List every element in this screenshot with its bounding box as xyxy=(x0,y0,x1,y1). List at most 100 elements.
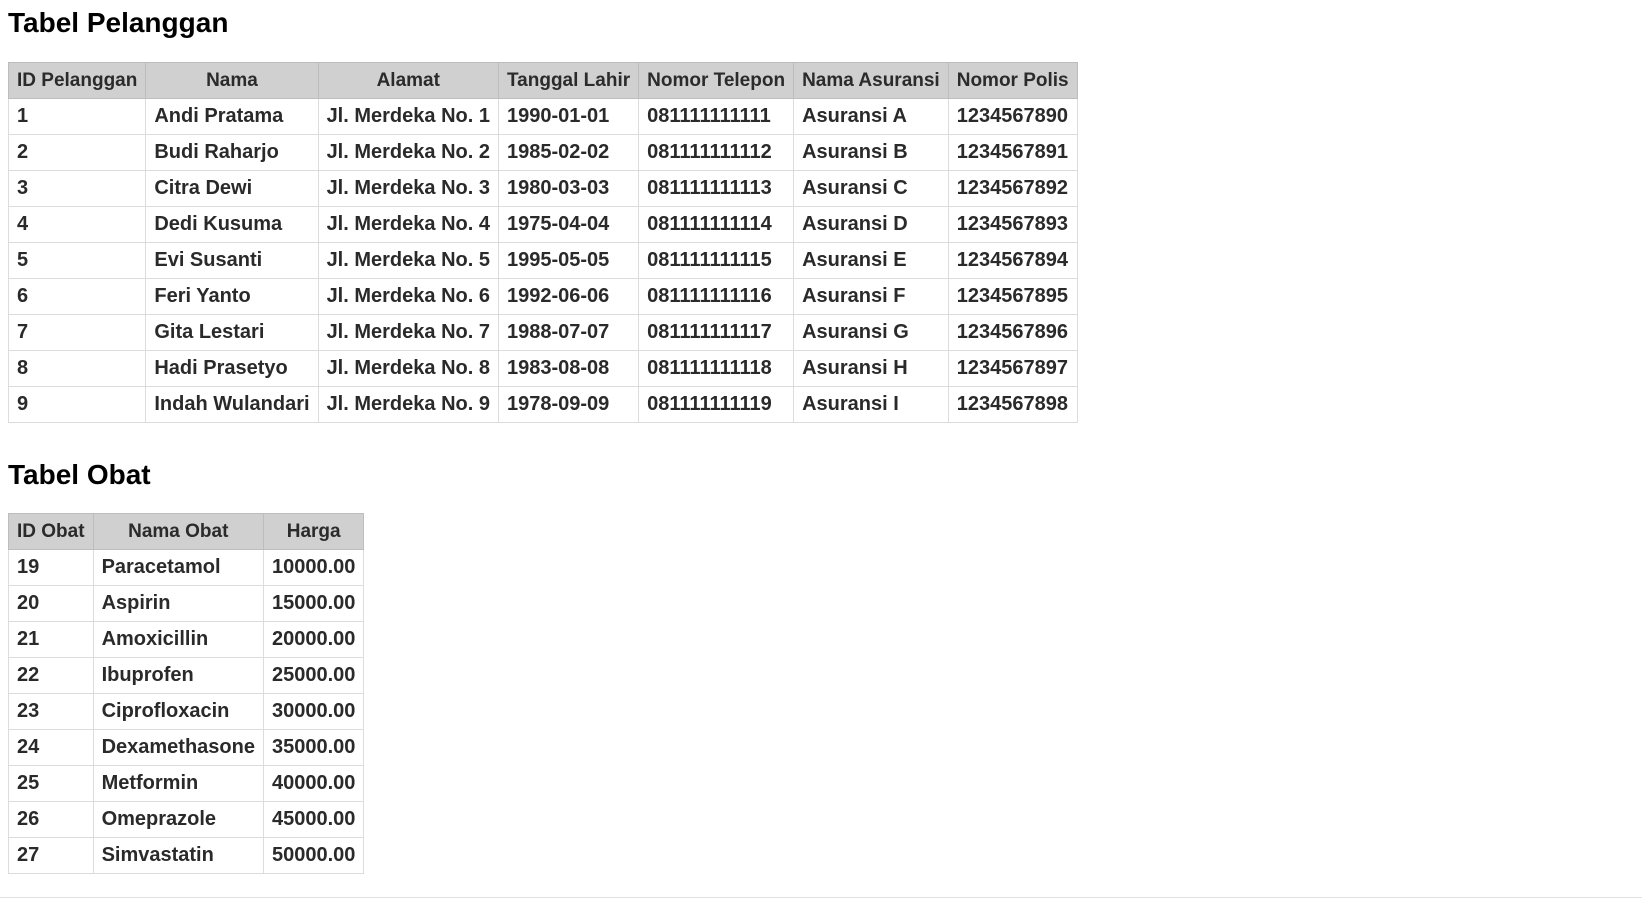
cell-tanggal-lahir: 1992-06-06 xyxy=(497,278,640,315)
pelanggan-table: ID Pelanggan Nama Alamat Tanggal Lahir N… xyxy=(7,62,1078,423)
cell-nama-obat: Simvastatin xyxy=(92,837,264,874)
cell-nama-obat: Paracetamol xyxy=(92,549,264,586)
table-row: 1 Andi Pratama Jl. Merdeka No. 1 1990-01… xyxy=(7,98,1078,135)
table-row: 6 Feri Yanto Jl. Merdeka No. 6 1992-06-0… xyxy=(7,278,1078,315)
cell-id-obat: 21 xyxy=(8,621,94,658)
cell-id: 7 xyxy=(7,314,147,351)
cell-nama-obat: Metformin xyxy=(92,765,264,802)
table-row: 2 Budi Raharjo Jl. Merdeka No. 2 1985-02… xyxy=(7,134,1078,171)
col-tanggal-lahir: Tanggal Lahir xyxy=(497,62,640,99)
pelanggan-header-row: ID Pelanggan Nama Alamat Tanggal Lahir N… xyxy=(7,62,1078,99)
cell-harga: 40000.00 xyxy=(262,765,365,802)
cell-nomor-telepon: 081111111111 xyxy=(638,98,795,135)
cell-id: 3 xyxy=(7,170,147,207)
cell-nama-obat: Omeprazole xyxy=(92,801,264,838)
cell-nama-asuransi: Asuransi A xyxy=(793,98,949,135)
cell-harga: 35000.00 xyxy=(262,729,365,766)
cell-nama-asuransi: Asuransi G xyxy=(793,314,949,351)
table-row: 27 Simvastatin 50000.00 xyxy=(8,837,365,874)
cell-nomor-polis: 1234567898 xyxy=(947,386,1078,423)
cell-nomor-telepon: 081111111114 xyxy=(638,206,795,243)
cell-nomor-telepon: 081111111119 xyxy=(638,386,795,423)
col-nomor-polis: Nomor Polis xyxy=(947,62,1078,99)
table-row: 25 Metformin 40000.00 xyxy=(8,765,365,802)
col-nomor-telepon: Nomor Telepon xyxy=(638,62,795,99)
cell-id-obat: 24 xyxy=(8,729,94,766)
cell-nomor-telepon: 081111111113 xyxy=(638,170,795,207)
cell-harga: 25000.00 xyxy=(262,657,365,694)
col-nama-asuransi: Nama Asuransi xyxy=(793,62,949,99)
cell-nama-asuransi: Asuransi H xyxy=(793,350,949,387)
table-row: 24 Dexamethasone 35000.00 xyxy=(8,729,365,766)
cell-harga: 15000.00 xyxy=(262,585,365,622)
cell-nomor-telepon: 081111111116 xyxy=(638,278,795,315)
table-row: 7 Gita Lestari Jl. Merdeka No. 7 1988-07… xyxy=(7,314,1078,351)
cell-harga: 10000.00 xyxy=(262,549,365,586)
cell-alamat: Jl. Merdeka No. 8 xyxy=(317,350,499,387)
table-row: 3 Citra Dewi Jl. Merdeka No. 3 1980-03-0… xyxy=(7,170,1078,207)
cell-nama-asuransi: Asuransi B xyxy=(793,134,949,171)
table-row: 21 Amoxicillin 20000.00 xyxy=(8,621,365,658)
cell-id-obat: 22 xyxy=(8,657,94,694)
cell-id-obat: 26 xyxy=(8,801,94,838)
cell-tanggal-lahir: 1978-09-09 xyxy=(497,386,640,423)
col-alamat: Alamat xyxy=(317,62,499,99)
cell-id-obat: 19 xyxy=(8,549,94,586)
cell-nama-asuransi: Asuransi D xyxy=(793,206,949,243)
cell-nomor-polis: 1234567895 xyxy=(947,278,1078,315)
cell-tanggal-lahir: 1983-08-08 xyxy=(497,350,640,387)
col-nama: Nama xyxy=(145,62,319,99)
cell-nama: Gita Lestari xyxy=(145,314,319,351)
table-row: 26 Omeprazole 45000.00 xyxy=(8,801,365,838)
cell-harga: 45000.00 xyxy=(262,801,365,838)
cell-alamat: Jl. Merdeka No. 3 xyxy=(317,170,499,207)
cell-nomor-telepon: 081111111112 xyxy=(638,134,795,171)
cell-nama-obat: Dexamethasone xyxy=(92,729,264,766)
cell-nomor-telepon: 081111111118 xyxy=(638,350,795,387)
col-id-pelanggan: ID Pelanggan xyxy=(7,62,147,99)
cell-id-obat: 23 xyxy=(8,693,94,730)
cell-id: 1 xyxy=(7,98,147,135)
cell-nama: Dedi Kusuma xyxy=(145,206,319,243)
table-row: 19 Paracetamol 10000.00 xyxy=(8,549,365,586)
cell-tanggal-lahir: 1995-05-05 xyxy=(497,242,640,279)
cell-nomor-polis: 1234567894 xyxy=(947,242,1078,279)
table-row: 22 Ibuprofen 25000.00 xyxy=(8,657,365,694)
cell-alamat: Jl. Merdeka No. 2 xyxy=(317,134,499,171)
cell-nama-asuransi: Asuransi E xyxy=(793,242,949,279)
cell-id: 9 xyxy=(7,386,147,423)
cell-nama-obat: Ciprofloxacin xyxy=(92,693,264,730)
cell-alamat: Jl. Merdeka No. 4 xyxy=(317,206,499,243)
cell-nomor-polis: 1234567890 xyxy=(947,98,1078,135)
cell-tanggal-lahir: 1988-07-07 xyxy=(497,314,640,351)
cell-id: 6 xyxy=(7,278,147,315)
cell-nomor-polis: 1234567893 xyxy=(947,206,1078,243)
cell-nama-asuransi: Asuransi C xyxy=(793,170,949,207)
cell-id-obat: 27 xyxy=(8,837,94,874)
cell-nomor-polis: 1234567892 xyxy=(947,170,1078,207)
cell-nama: Citra Dewi xyxy=(145,170,319,207)
cell-nama: Budi Raharjo xyxy=(145,134,319,171)
cell-id-obat: 20 xyxy=(8,585,94,622)
cell-nomor-polis: 1234567896 xyxy=(947,314,1078,351)
cell-alamat: Jl. Merdeka No. 5 xyxy=(317,242,499,279)
table-row: 9 Indah Wulandari Jl. Merdeka No. 9 1978… xyxy=(7,386,1078,423)
cell-alamat: Jl. Merdeka No. 7 xyxy=(317,314,499,351)
cell-tanggal-lahir: 1985-02-02 xyxy=(497,134,640,171)
cell-nama-obat: Aspirin xyxy=(92,585,264,622)
cell-nama: Andi Pratama xyxy=(145,98,319,135)
cell-nama-asuransi: Asuransi I xyxy=(793,386,949,423)
cell-nama-obat: Ibuprofen xyxy=(92,657,264,694)
cell-nomor-telepon: 081111111117 xyxy=(638,314,795,351)
cell-tanggal-lahir: 1975-04-04 xyxy=(497,206,640,243)
cell-tanggal-lahir: 1980-03-03 xyxy=(497,170,640,207)
col-id-obat: ID Obat xyxy=(8,513,94,550)
cell-id-obat: 25 xyxy=(8,765,94,802)
obat-title: Tabel Obat xyxy=(8,459,151,490)
table-row: 23 Ciprofloxacin 30000.00 xyxy=(8,693,365,730)
cell-id: 8 xyxy=(7,350,147,387)
table-row: 5 Evi Susanti Jl. Merdeka No. 5 1995-05-… xyxy=(7,242,1078,279)
cell-nomor-polis: 1234567891 xyxy=(947,134,1078,171)
table-row: 20 Aspirin 15000.00 xyxy=(8,585,365,622)
col-harga: Harga xyxy=(262,513,365,550)
